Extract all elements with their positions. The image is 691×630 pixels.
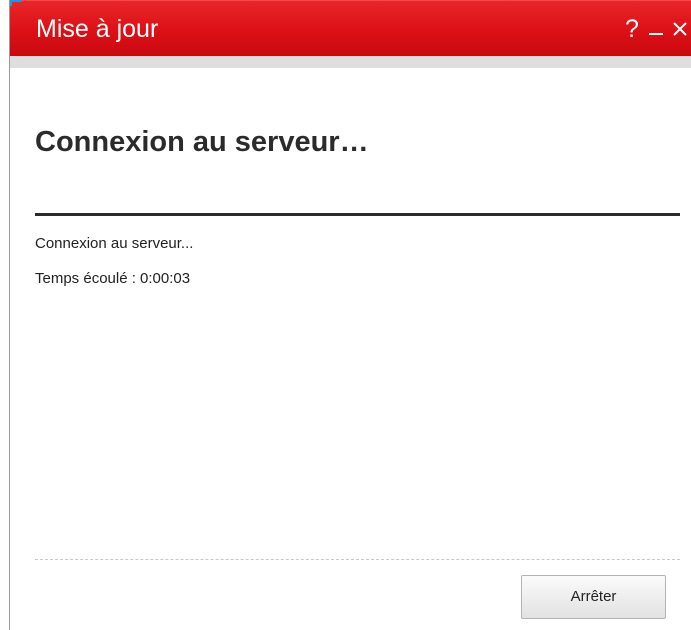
elapsed-time-text: Temps écoulé : 0:00:03 (35, 270, 191, 287)
title-separator (10, 56, 691, 68)
progress-divider (35, 213, 680, 216)
footer-separator (35, 559, 680, 560)
window-title: Mise à jour (36, 15, 159, 43)
window-corner-accent (10, 0, 22, 6)
update-window: Mise à jour ? Connexion au serveur… Conn… (9, 0, 691, 630)
page-heading: Connexion au serveur… (35, 126, 369, 158)
minimize-icon[interactable] (644, 12, 668, 46)
stop-button[interactable]: Arrêter (521, 575, 666, 619)
status-text: Connexion au serveur... (35, 235, 194, 252)
close-icon[interactable] (668, 12, 691, 46)
window-controls: ? (620, 12, 691, 46)
title-bar[interactable]: Mise à jour ? (10, 0, 691, 56)
question-mark-icon[interactable]: ? (620, 12, 644, 46)
